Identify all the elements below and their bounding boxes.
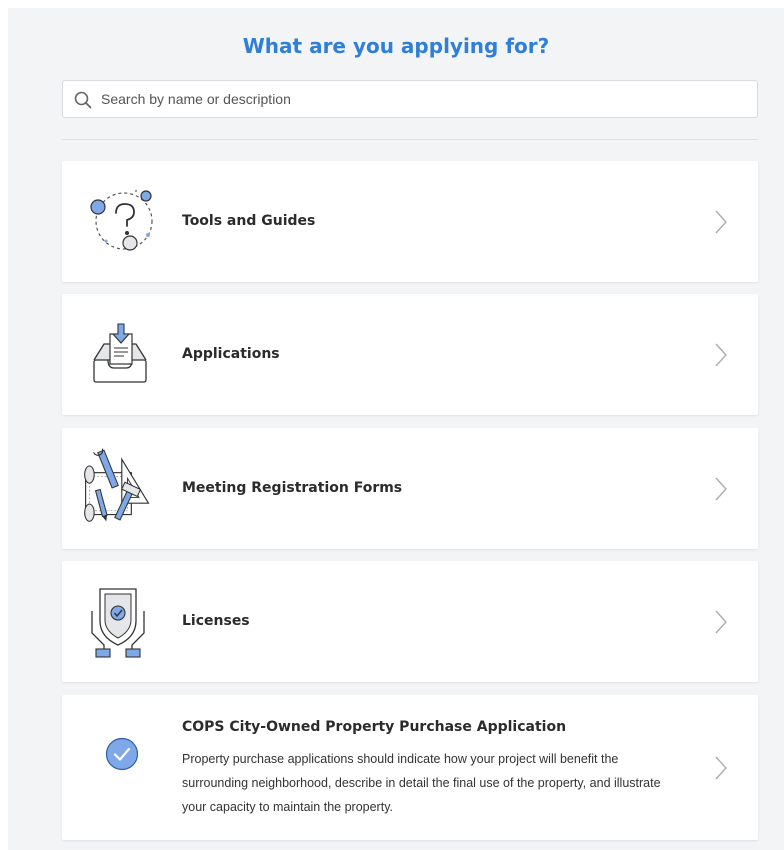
card-label: Applications	[182, 346, 280, 362]
chevron-right-icon	[715, 210, 727, 234]
card-label: Licenses	[182, 613, 250, 629]
help-question-icon	[90, 189, 153, 251]
search-icon	[74, 91, 92, 109]
main-panel: What are you applying for? Tools and Gui…	[8, 8, 784, 850]
shield-hands-icon	[91, 588, 145, 658]
search-input[interactable]	[101, 81, 741, 117]
blueprint-tools-icon	[84, 448, 150, 522]
chevron-right-icon	[715, 756, 727, 780]
chevron-right-icon	[715, 610, 727, 634]
card-meeting-registration-forms[interactable]: Meeting Registration Forms	[62, 428, 758, 549]
check-circle-icon	[105, 737, 139, 771]
page-title: What are you applying for?	[242, 34, 550, 58]
card-label: Meeting Registration Forms	[182, 480, 403, 496]
card-description: Property purchase applications should in…	[182, 752, 661, 814]
card-licenses[interactable]: Licenses	[62, 561, 758, 682]
card-tools-and-guides[interactable]: Tools and Guides	[62, 161, 758, 282]
card-label: Tools and Guides	[182, 213, 316, 229]
chevron-right-icon	[715, 477, 727, 501]
card-applications[interactable]: Applications	[62, 294, 758, 415]
card-cops-property-purchase[interactable]: COPS City-Owned Property Purchase Applic…	[62, 695, 758, 840]
divider	[62, 139, 758, 140]
card-label: COPS City-Owned Property Purchase Applic…	[182, 719, 567, 735]
search-box[interactable]	[62, 80, 758, 118]
chevron-right-icon	[715, 343, 727, 367]
inbox-document-icon	[93, 323, 147, 383]
